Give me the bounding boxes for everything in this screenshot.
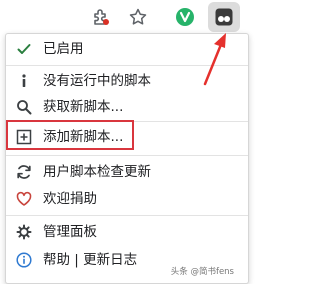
annotation-arrow [203,33,226,86]
